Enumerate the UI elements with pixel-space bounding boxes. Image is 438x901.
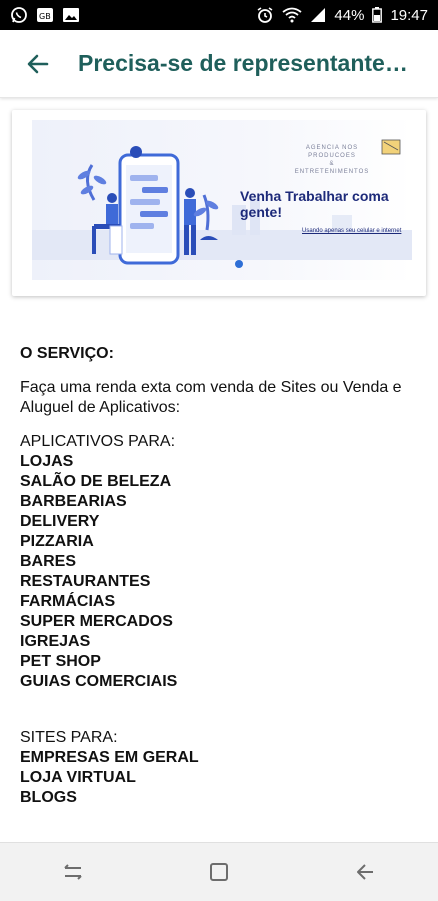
whatsapp-icon xyxy=(10,6,28,24)
battery-percent: 44% xyxy=(334,6,365,24)
app-bar: Precisa-se de representante ... xyxy=(0,30,438,98)
description-content: O SERVIÇO: Faça uma renda exta com venda… xyxy=(20,344,430,808)
banner-headline: Venha Trabalhar coma gente! xyxy=(240,188,389,220)
service-description: Faça uma renda exta com venda de Sites o… xyxy=(20,379,402,416)
list-item: GUIAS COMERCIAIS xyxy=(20,673,178,690)
home-icon xyxy=(210,863,228,881)
banner-card[interactable]: AGENCIA NOS PRODUCOES & ENTRETENIMENTOS … xyxy=(12,110,426,296)
banner-brand-line3: ENTRETENIMENTOS xyxy=(294,169,370,175)
recent-apps-icon xyxy=(64,864,82,880)
list-item: IGREJAS xyxy=(20,633,91,650)
service-heading: O SERVIÇO: xyxy=(20,345,114,362)
banner-subline: Usando apenas seu celular e internet xyxy=(302,228,402,234)
home-button[interactable] xyxy=(189,852,249,892)
banner-brand-line2: & xyxy=(329,161,335,167)
recent-apps-button[interactable] xyxy=(43,852,103,892)
list-item: PET SHOP xyxy=(20,653,101,670)
list-item: DELIVERY xyxy=(20,513,100,530)
alarm-icon xyxy=(256,6,274,24)
list-item: SALÃO DE BELEZA xyxy=(20,473,172,490)
status-right: 44% 19:47 xyxy=(256,6,428,24)
battery-icon xyxy=(372,7,383,23)
system-nav-bar xyxy=(0,842,438,901)
banner-image: AGENCIA NOS PRODUCOES & ENTRETENIMENTOS … xyxy=(32,120,412,280)
list-item: PIZZARIA xyxy=(20,533,94,550)
list-item: LOJAS xyxy=(20,453,74,470)
system-back-button[interactable] xyxy=(335,852,395,892)
sd-card-icon: GB xyxy=(36,7,54,23)
list-item: EMPRESAS EM GERAL xyxy=(20,749,199,766)
list-item: SUPER MERCADOS xyxy=(20,613,173,630)
banner-brand-line1: AGENCIA NOS PRODUCOES xyxy=(305,145,359,159)
list-item: BLOGS xyxy=(20,789,77,806)
clock: 19:47 xyxy=(390,6,428,24)
svg-text:GB: GB xyxy=(39,12,51,21)
back-button[interactable] xyxy=(10,36,66,92)
image-icon xyxy=(62,7,80,23)
back-icon xyxy=(357,864,373,880)
list-item: RESTAURANTES xyxy=(20,573,151,590)
list-item: FARMÁCIAS xyxy=(20,593,116,610)
sites-heading: SITES PARA: xyxy=(20,729,118,746)
list-item: BARES xyxy=(20,553,77,570)
signal-icon xyxy=(310,7,326,23)
list-item: LOJA VIRTUAL xyxy=(20,769,136,786)
wifi-icon xyxy=(282,7,302,23)
banner-pager-dot xyxy=(235,260,243,268)
banner-brand: AGENCIA NOS PRODUCOES & ENTRETENIMENTOS xyxy=(287,144,377,176)
status-left: GB xyxy=(10,6,80,24)
page-title: Precisa-se de representante ... xyxy=(78,50,408,76)
list-item: BARBEARIAS xyxy=(20,493,127,510)
apps-heading: APLICATIVOS PARA: xyxy=(20,433,176,450)
arrow-left-icon xyxy=(27,54,49,73)
status-bar: GB 44% 19:47 xyxy=(0,0,438,30)
